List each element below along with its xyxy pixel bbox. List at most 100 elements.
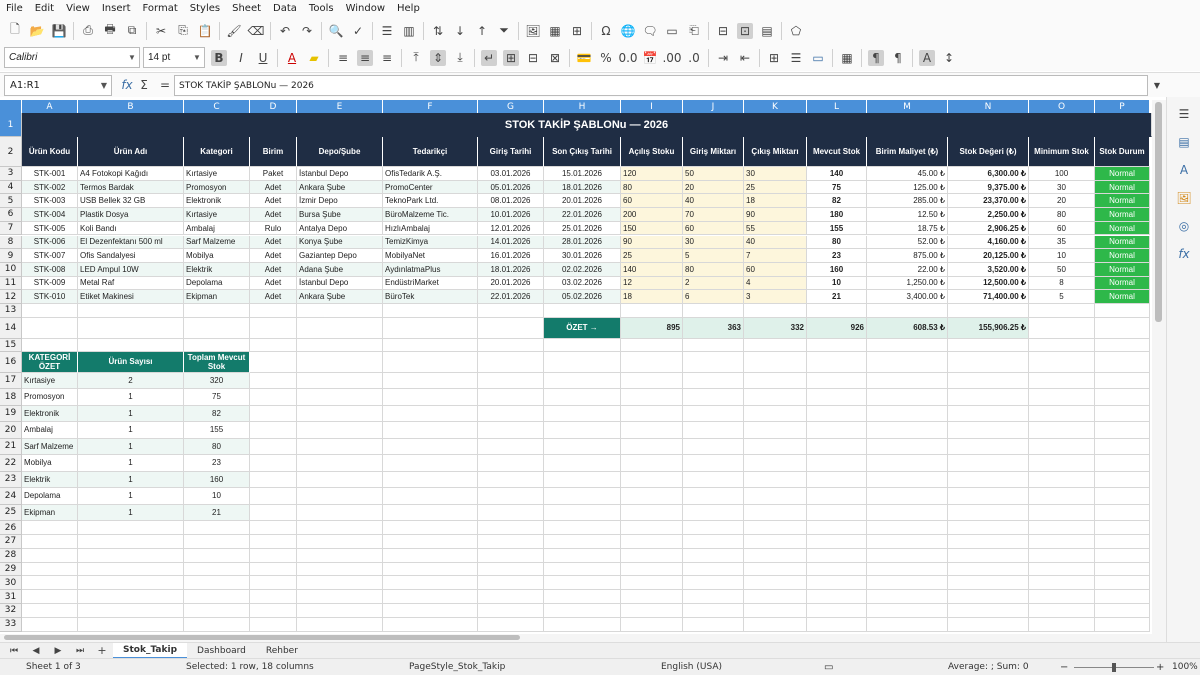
table-cell[interactable]: Elektronik: [184, 194, 250, 209]
conditional-format-icon[interactable]: ▦: [839, 50, 855, 66]
table-cell[interactable]: 18: [744, 194, 807, 209]
empty-cell[interactable]: [867, 488, 948, 505]
empty-cell[interactable]: [621, 617, 683, 632]
category-cell[interactable]: Depolama: [22, 488, 78, 505]
empty-cell[interactable]: [184, 548, 250, 563]
empty-cell[interactable]: [478, 455, 544, 472]
table-cell[interactable]: Normal: [1095, 180, 1150, 195]
name-box[interactable]: A1:R1 ▼: [4, 74, 112, 96]
row-header-5[interactable]: 5: [0, 194, 22, 209]
empty-cell[interactable]: [478, 338, 544, 352]
expand-formula-icon[interactable]: ▼: [1149, 77, 1165, 93]
empty-cell[interactable]: [250, 504, 297, 522]
empty-cell[interactable]: [383, 304, 478, 318]
table-cell[interactable]: STK-010: [22, 290, 78, 304]
menu-item-view[interactable]: View: [60, 3, 96, 14]
table-cell[interactable]: 5: [683, 249, 744, 263]
table-cell[interactable]: 45.00 ₺: [867, 167, 948, 181]
table-cell[interactable]: 80: [1029, 208, 1095, 222]
spelling-icon[interactable]: ✓: [350, 23, 366, 39]
empty-cell[interactable]: [683, 455, 744, 472]
empty-cell[interactable]: [297, 535, 383, 549]
table-cell[interactable]: Adet: [250, 208, 297, 222]
zoom-level[interactable]: 100%: [1172, 662, 1198, 672]
align-center-icon[interactable]: ≡: [357, 49, 373, 66]
table-cell[interactable]: Metal Raf: [78, 276, 184, 291]
table-cell[interactable]: Normal: [1095, 167, 1150, 181]
table-cell[interactable]: Adet: [250, 290, 297, 304]
empty-cell[interactable]: [184, 562, 250, 577]
empty-cell[interactable]: [744, 562, 807, 577]
table-cell[interactable]: STK-001: [22, 167, 78, 181]
empty-cell[interactable]: [867, 372, 948, 390]
menu-item-file[interactable]: File: [0, 3, 29, 14]
column-header-k[interactable]: K: [744, 100, 807, 113]
table-cell[interactable]: Kırtasiye: [184, 167, 250, 181]
category-cell[interactable]: 75: [184, 389, 250, 406]
table-cell[interactable]: 4: [744, 276, 807, 291]
table-cell[interactable]: 60: [683, 221, 744, 236]
row-header-14[interactable]: 14: [0, 317, 22, 339]
row-header-8[interactable]: 8: [0, 235, 22, 250]
empty-cell[interactable]: [184, 576, 250, 591]
table-cell[interactable]: Ambalaj: [184, 221, 250, 236]
empty-cell[interactable]: [683, 338, 744, 352]
empty-cell[interactable]: [1029, 562, 1095, 577]
table-cell[interactable]: 155: [807, 221, 867, 236]
italic-icon[interactable]: I: [233, 50, 249, 66]
row-header-18[interactable]: 18: [0, 389, 22, 406]
column-header-m[interactable]: M: [867, 100, 948, 113]
menu-item-styles[interactable]: Styles: [184, 3, 226, 14]
empty-cell[interactable]: [297, 604, 383, 618]
empty-cell[interactable]: [1095, 504, 1150, 522]
empty-cell[interactable]: [807, 372, 867, 390]
empty-cell[interactable]: [867, 535, 948, 549]
export-pdf-icon[interactable]: ⎙: [80, 23, 96, 39]
empty-cell[interactable]: [683, 548, 744, 563]
empty-cell[interactable]: [807, 576, 867, 591]
empty-cell[interactable]: [250, 304, 297, 318]
table-cell[interactable]: Etiket Makinesi: [78, 290, 184, 304]
table-cell[interactable]: A4 Fotokopi Kağıdı: [78, 167, 184, 181]
text-vertical-icon[interactable]: ↕: [941, 50, 957, 66]
empty-cell[interactable]: [948, 389, 1029, 406]
table-cell[interactable]: 28.01.2026: [544, 235, 621, 250]
empty-cell[interactable]: [383, 504, 478, 522]
summary-label[interactable]: ÖZET →: [544, 317, 621, 339]
table-cell[interactable]: 80: [621, 180, 683, 195]
table-cell[interactable]: 90: [621, 235, 683, 250]
table-cell[interactable]: 60: [1029, 221, 1095, 236]
table-cell[interactable]: Plastik Dosya: [78, 208, 184, 222]
empty-cell[interactable]: [744, 576, 807, 591]
empty-cell[interactable]: [184, 317, 250, 339]
table-cell[interactable]: STK-008: [22, 262, 78, 277]
table-cell[interactable]: 50: [1029, 262, 1095, 277]
styles-icon[interactable]: A: [1176, 163, 1192, 179]
selection-mode-icon[interactable]: ▭: [824, 662, 833, 673]
empty-cell[interactable]: [250, 521, 297, 535]
empty-cell[interactable]: [383, 590, 478, 604]
table-cell[interactable]: Paket: [250, 167, 297, 181]
empty-cell[interactable]: [867, 548, 948, 563]
empty-cell[interactable]: [184, 617, 250, 632]
empty-cell[interactable]: [544, 562, 621, 577]
empty-cell[interactable]: [297, 317, 383, 339]
empty-cell[interactable]: [383, 405, 478, 423]
table-cell[interactable]: 14.01.2026: [478, 235, 544, 250]
empty-cell[interactable]: [744, 590, 807, 604]
empty-cell[interactable]: [383, 576, 478, 591]
empty-cell[interactable]: [1029, 617, 1095, 632]
empty-cell[interactable]: [478, 422, 544, 439]
vertical-scrollbar[interactable]: [1152, 100, 1166, 634]
empty-cell[interactable]: [683, 604, 744, 618]
autofilter-icon[interactable]: ⏷: [496, 23, 512, 39]
empty-cell[interactable]: [250, 351, 297, 373]
empty-cell[interactable]: [297, 548, 383, 563]
table-cell[interactable]: 12: [621, 276, 683, 291]
empty-cell[interactable]: [544, 351, 621, 373]
zoom-out-icon[interactable]: −: [1060, 662, 1068, 673]
table-cell[interactable]: 2: [683, 276, 744, 291]
table-cell[interactable]: 52.00 ₺: [867, 235, 948, 250]
add-decimal-icon[interactable]: .00: [662, 50, 681, 66]
empty-cell[interactable]: [1029, 304, 1095, 318]
